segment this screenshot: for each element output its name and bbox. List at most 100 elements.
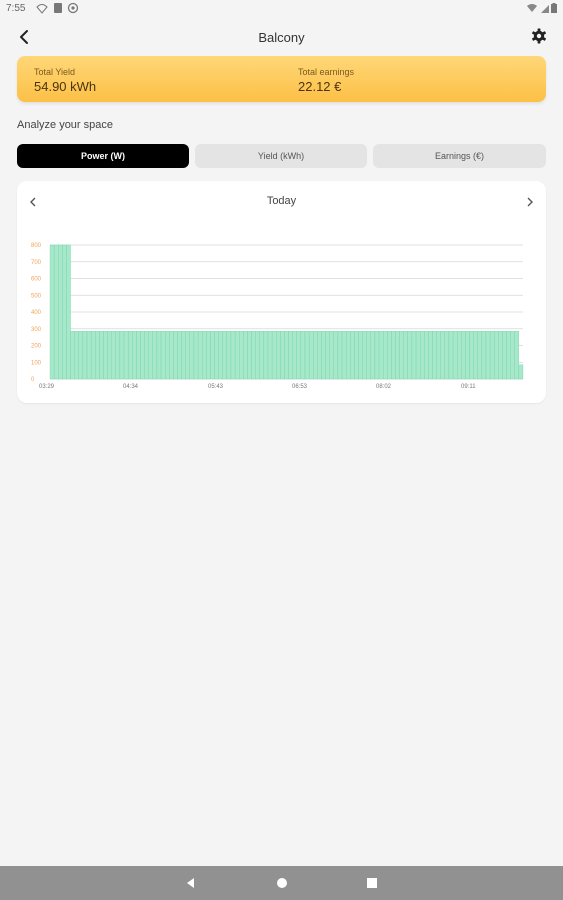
at-sign-icon <box>67 2 79 14</box>
nav-back-icon[interactable] <box>184 876 198 890</box>
chart-bar <box>362 331 367 380</box>
chart-bar <box>255 331 260 380</box>
chart-bar <box>58 244 63 380</box>
chart-bar <box>341 331 347 380</box>
chart-bar <box>395 331 400 380</box>
chart-bar <box>148 331 153 380</box>
nav-home-icon[interactable] <box>275 876 289 890</box>
settings-gear-icon[interactable] <box>529 26 549 46</box>
chart-bar <box>284 331 289 380</box>
y-tick-label: 300 <box>31 327 42 333</box>
chart-bar <box>62 244 67 380</box>
chart-bar <box>239 331 244 380</box>
chart-bar <box>440 331 445 380</box>
total-yield-label: Total Yield <box>34 67 76 77</box>
chart-bar <box>144 331 149 380</box>
chart-bar <box>428 331 433 380</box>
app-bar: Balcony <box>0 22 563 52</box>
chart-bar <box>407 331 413 380</box>
metric-tabs: Power (W) Yield (kWh) Earnings (€) <box>17 144 546 168</box>
tab-power[interactable]: Power (W) <box>17 144 189 168</box>
power-bar-chart: 0 100 200 300 400 500 600 700 800 03:29 04:34 05:43… <box>31 243 524 390</box>
wifi-signal-icon <box>527 4 537 12</box>
chart-bar <box>457 331 462 380</box>
y-tick-label: 200 <box>31 344 42 350</box>
chart-bar <box>366 331 371 380</box>
chart-bar <box>304 331 310 380</box>
nav-recents-icon[interactable] <box>365 876 379 890</box>
chart-bar <box>74 331 79 380</box>
chart-bar <box>276 331 281 380</box>
chart-bar <box>420 331 425 380</box>
chart-bar <box>399 331 404 380</box>
chart-bar <box>424 331 429 380</box>
chart-bar <box>189 331 195 380</box>
total-earnings-block: Total earnings 22.12 € <box>298 67 354 94</box>
chart-bar <box>193 331 199 380</box>
chart-bar <box>383 331 388 380</box>
chart-bar <box>345 331 351 380</box>
chart-bar <box>234 331 240 380</box>
y-tick-label: 400 <box>31 310 42 316</box>
chart-bar <box>206 331 211 380</box>
chart-bar <box>415 331 421 380</box>
total-yield-block: Total Yield 54.90 kWh <box>34 67 96 94</box>
chart-bar <box>222 331 228 380</box>
chart-bar <box>218 331 223 380</box>
chart-bar <box>251 331 256 380</box>
chart-bar <box>90 331 96 380</box>
total-earnings-value: 22.12 € <box>298 79 342 94</box>
chart-bar <box>86 331 92 380</box>
system-navigation-bar <box>0 866 563 900</box>
chart-bar <box>378 331 384 380</box>
tab-earnings[interactable]: Earnings (€) <box>373 144 546 168</box>
tab-yield[interactable]: Yield (kWh) <box>195 144 367 168</box>
chart-bar <box>82 331 88 380</box>
y-tick-label: 700 <box>31 260 42 266</box>
chart-bar <box>391 331 396 380</box>
chart-card: Today 0 100 200 300 400 500 600 700 800 03:29 04:3… <box>17 181 546 403</box>
chart-bar <box>103 331 108 380</box>
chart-bar <box>288 331 293 380</box>
chart-bar <box>173 331 178 380</box>
chart-bar <box>329 331 334 380</box>
status-time: 7:55 <box>6 3 26 14</box>
chart-bar <box>66 244 71 380</box>
chart-bar <box>115 331 121 380</box>
chart-bar <box>333 331 339 380</box>
y-tick-label: 0 <box>31 377 35 383</box>
y-tick-label: 600 <box>31 277 42 283</box>
chart-bar <box>119 331 125 380</box>
x-tick-label: 05:43 <box>208 384 224 390</box>
chart-bar <box>514 331 520 380</box>
chart-bar <box>317 331 322 380</box>
chart-bar <box>136 331 141 380</box>
chart-bar <box>498 331 503 380</box>
chart-bar <box>95 331 100 380</box>
chart-bar <box>448 331 454 380</box>
chart-bar <box>197 331 203 380</box>
x-tick-label: 03:29 <box>39 384 55 390</box>
chart-bar <box>354 331 359 380</box>
chart-bar <box>489 331 495 380</box>
x-tick-label: 04:34 <box>123 384 139 390</box>
chart-bar <box>518 364 524 380</box>
chart-bar <box>280 331 285 380</box>
chart-bar <box>325 331 330 380</box>
x-tick-label: 08:02 <box>376 384 392 390</box>
status-bar: 7:55 <box>0 0 563 18</box>
chart-bar <box>226 331 232 380</box>
chart-bar <box>78 331 84 380</box>
x-tick-label: 09:11 <box>461 384 476 390</box>
chart-bar <box>152 331 158 380</box>
chart-bar <box>313 331 318 380</box>
chart-bar <box>169 331 174 380</box>
battery-icon <box>551 3 557 13</box>
section-label: Analyze your space <box>17 119 113 131</box>
sim-card-icon <box>54 3 62 13</box>
y-tick-label: 100 <box>31 360 42 366</box>
total-earnings-label: Total earnings <box>298 67 355 77</box>
chart-bar <box>502 331 507 380</box>
chart-bar <box>411 331 417 380</box>
chart-bar <box>308 331 314 380</box>
